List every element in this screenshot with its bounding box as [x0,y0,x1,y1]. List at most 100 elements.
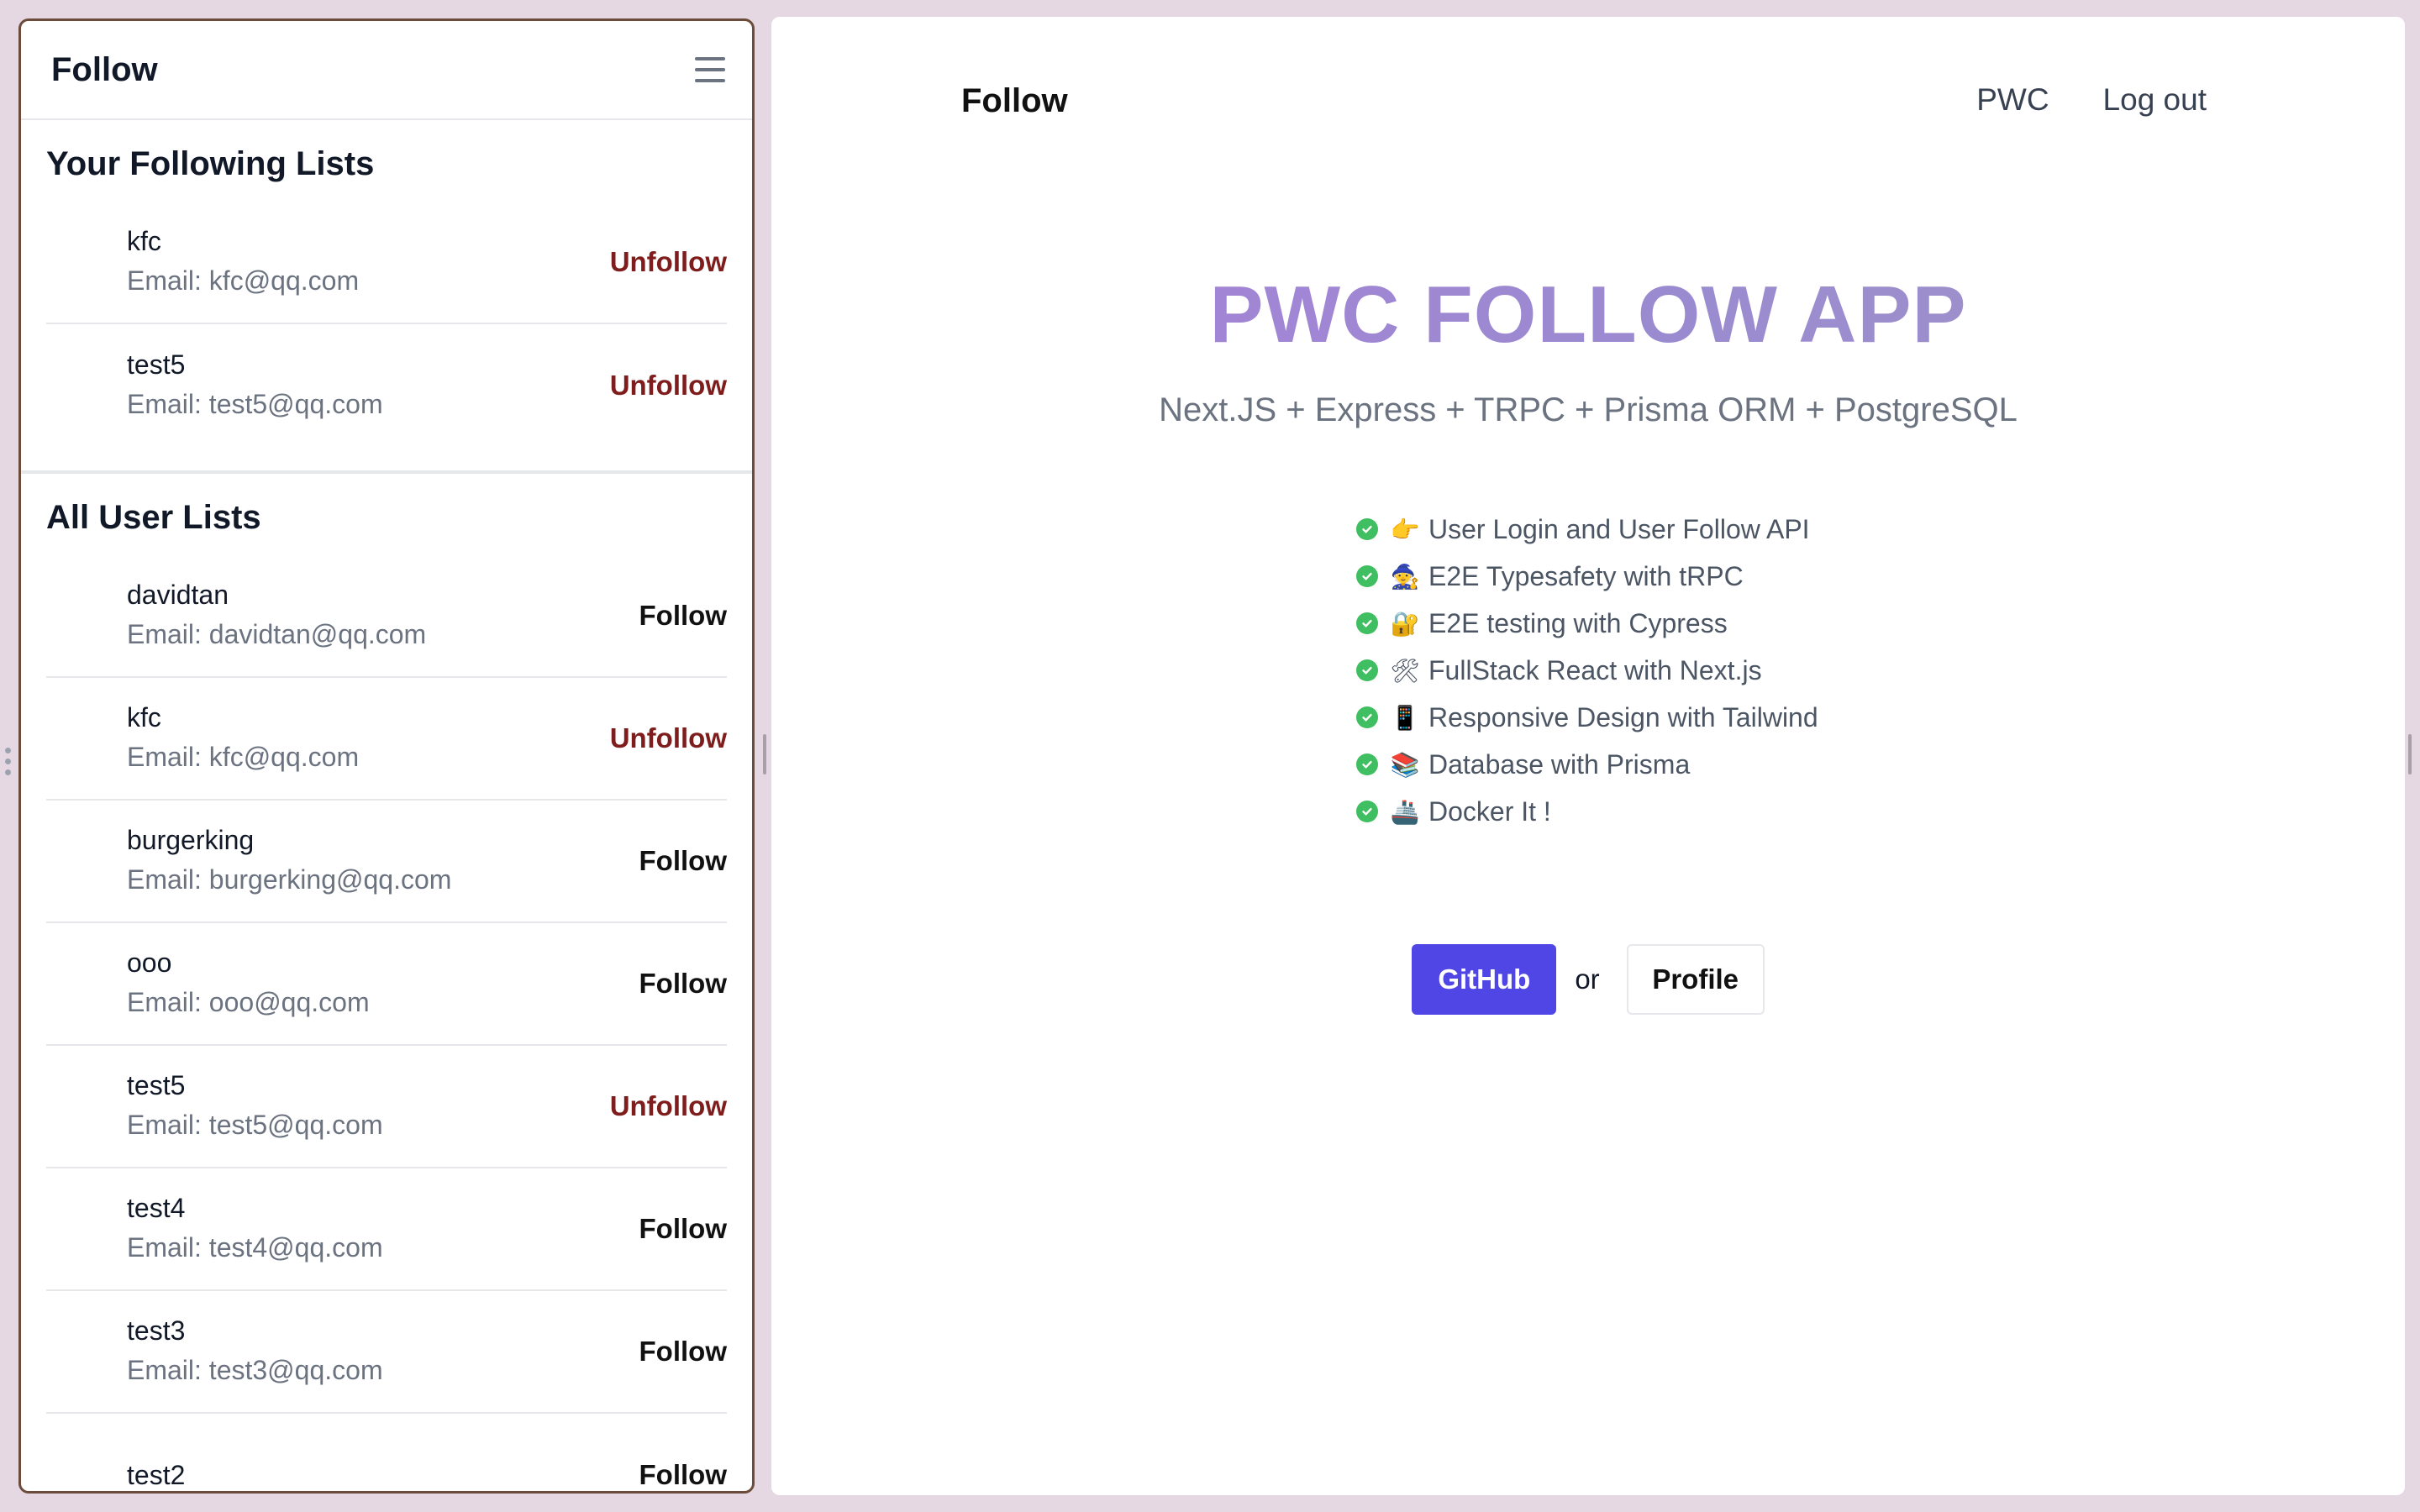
user-email: Email: test5@qq.com [127,1109,383,1140]
user-name: ooo [127,947,172,978]
navbar: Follow PWC Log out [771,17,2405,151]
brand-link[interactable]: Follow [961,82,1068,120]
user-info: test2 [127,1457,186,1491]
feature-text: FullStack React with Next.js [1428,654,1762,685]
hamburger-menu-icon[interactable] [695,57,725,82]
feature-text: E2E testing with Cypress [1428,607,1728,638]
sidebar-header: Follow [21,21,752,120]
feature-emoji-icon: 📚 [1390,750,1420,779]
user-row: test5 Email: test5@qq.com Unfollow [46,1046,727,1168]
user-info: kfc Email: kfc@qq.com [127,699,359,778]
user-info: davidtan Email: davidtan@qq.com [127,576,426,655]
follow-button[interactable]: Follow [639,968,727,1000]
feature-item: 🔐 E2E testing with Cypress [1356,600,1818,647]
feature-emoji-icon: 🔐 [1390,609,1420,638]
check-circle-icon [1356,801,1378,822]
user-email: Email: test3@qq.com [127,1354,383,1385]
user-info: test3 Email: test3@qq.com [127,1312,383,1391]
user-row: burgerking Email: burgerking@qq.com Follow [46,801,727,923]
user-row: test5 Email: test5@qq.com Unfollow [46,324,727,447]
unfollow-button[interactable]: Unfollow [610,370,727,402]
all-users-section: All User Lists davidtan Email: davidtan@q… [21,470,752,1491]
github-button[interactable]: GitHub [1412,944,1557,1015]
feature-emoji-icon: 📱 [1390,703,1420,732]
user-row: test3 Email: test3@qq.com Follow [46,1291,727,1414]
follow-button[interactable]: Follow [639,845,727,877]
user-email: Email: kfc@qq.com [127,741,360,772]
following-list-section: Your Following Lists kfc Email: kfc@qq.co… [21,120,752,470]
feature-emoji-icon: 🧙 [1390,562,1420,591]
unfollow-button[interactable]: Unfollow [610,722,727,754]
feature-emoji-icon: 🚢 [1390,797,1420,826]
user-info: test5 Email: test5@qq.com [127,1067,383,1146]
panel-splitter-left[interactable] [763,734,766,774]
user-email: Email: test4@qq.com [127,1231,383,1263]
user-name: kfc [127,701,161,732]
user-name: test4 [127,1192,186,1223]
nav-link-pwc[interactable]: PWC [1976,82,2049,118]
feature-item: 📚 Database with Prisma [1356,741,1818,788]
panel-drag-handle-icon[interactable] [5,748,12,775]
user-name: test2 [127,1459,186,1490]
follow-button[interactable]: Follow [639,600,727,632]
all-users-list: davidtan Email: davidtan@qq.com Follow kfc E… [46,555,727,1491]
follow-button[interactable]: Follow [639,1459,727,1491]
profile-button[interactable]: Profile [1626,944,1765,1015]
user-info: test5 Email: test5@qq.com [127,346,383,425]
feature-emoji-icon: 👉 [1390,515,1420,543]
user-name: burgerking [127,824,255,855]
nav-links: PWC Log out [1976,82,2207,118]
following-list: kfc Email: kfc@qq.com Unfollow test5 Email: … [46,202,727,447]
unfollow-button[interactable]: Unfollow [610,246,727,278]
user-email: Email: test5@qq.com [127,388,383,419]
user-row: test4 Email: test4@qq.com Follow [46,1168,727,1291]
feature-item: 🧙 E2E Typesafety with tRPC [1356,553,1818,600]
following-list-title: Your Following Lists [46,145,375,182]
feature-item: 👉 User Login and User Follow API [1356,506,1818,553]
feature-item: 📱 Responsive Design with Tailwind [1356,694,1818,741]
user-row: test2 Follow [46,1414,727,1491]
user-name: test5 [127,349,186,380]
hero-title: PWC FOLLOW APP [771,269,2405,361]
feature-text: User Login and User Follow API [1428,513,1810,544]
follow-button[interactable]: Follow [639,1336,727,1368]
feature-text: Database with Prisma [1428,748,1691,780]
user-email: Email: burgerking@qq.com [127,864,452,895]
feature-text: Docker It ! [1428,795,1551,827]
user-name: davidtan [127,579,229,610]
user-name: test5 [127,1069,186,1100]
user-row: ooo Email: ooo@qq.com Follow [46,923,727,1046]
app-preview: Follow PWC Log out PWC FOLLOW APP Next.J… [771,17,2405,1495]
user-info: ooo Email: ooo@qq.com [127,944,370,1023]
user-row: davidtan Email: davidtan@qq.com Follow [46,555,727,678]
hero-subtitle: Next.JS + Express + TRPC + Prisma ORM + … [1159,391,2018,428]
all-users-title: All User Lists [46,499,261,536]
check-circle-icon [1356,518,1378,540]
follow-button[interactable]: Follow [639,1213,727,1245]
logout-link[interactable]: Log out [2103,82,2207,118]
check-circle-icon [1356,565,1378,587]
user-info: kfc Email: kfc@qq.com [127,223,359,302]
feature-item: 🚢 Docker It ! [1356,788,1818,835]
user-info: burgerking Email: burgerking@qq.com [127,822,451,900]
sidebar-title: Follow [51,50,158,88]
check-circle-icon [1356,706,1378,728]
panel-splitter-right[interactable] [2408,734,2412,774]
feature-emoji-icon: 🛠 [1390,656,1420,685]
unfollow-button[interactable]: Unfollow [610,1090,727,1122]
user-name: test3 [127,1315,186,1346]
user-row: kfc Email: kfc@qq.com Unfollow [46,678,727,801]
feature-text: Responsive Design with Tailwind [1428,701,1818,732]
feature-item: 🛠 FullStack React with Next.js [1356,647,1818,694]
or-separator: or [1575,963,1600,995]
user-email: Email: davidtan@qq.com [127,618,427,649]
feature-list: 👉 User Login and User Follow API 🧙 E2E Type… [1356,506,1818,835]
check-circle-icon [1356,659,1378,681]
user-email: Email: kfc@qq.com [127,265,360,296]
user-name: kfc [127,225,161,256]
user-info: test4 Email: test4@qq.com [127,1189,383,1268]
feature-text: E2E Typesafety with tRPC [1428,560,1744,591]
follow-sidebar: Follow Your Following Lists kfc Email: kf… [18,18,755,1494]
user-row: kfc Email: kfc@qq.com Unfollow [46,202,727,324]
cta-row: GitHub or Profile [771,944,2405,1015]
